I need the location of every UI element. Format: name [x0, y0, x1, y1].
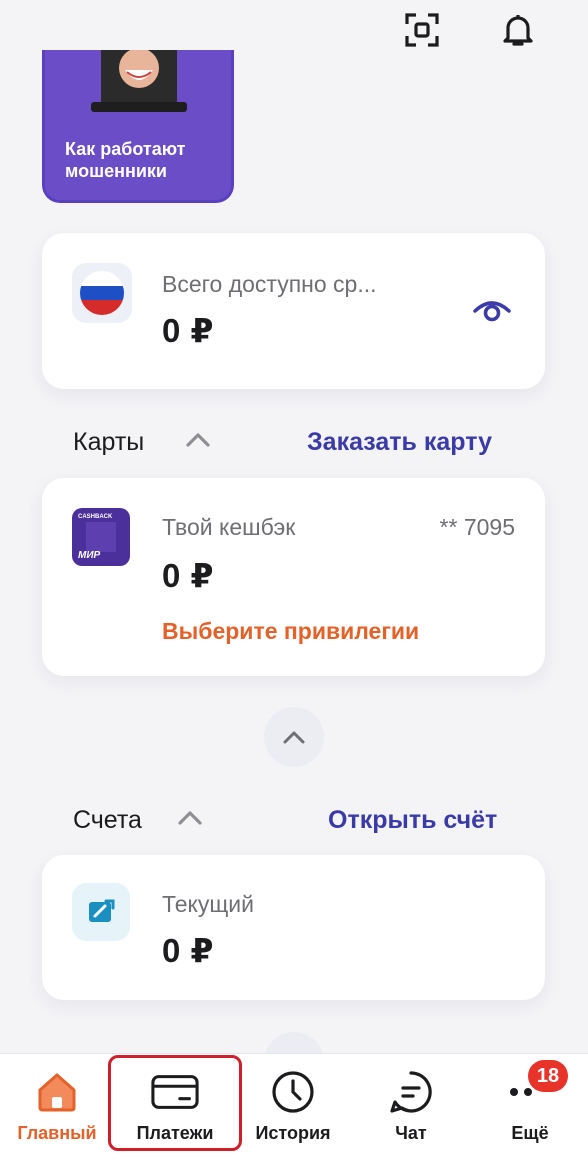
story-illustration	[91, 50, 187, 112]
bottom-navigation: Главный Платежи История Чат Ещё	[0, 1053, 588, 1154]
cards-section-title: Карты	[73, 428, 145, 456]
story-title: Как работают мошенники	[65, 139, 186, 181]
accounts-section-title: Счета	[73, 806, 142, 834]
card-amount: 0 ₽	[162, 557, 214, 594]
nav-more-label: Ещё	[511, 1123, 549, 1143]
total-amount: 0 ₽	[162, 312, 214, 349]
account-name: Текущий	[162, 891, 254, 917]
order-card-link[interactable]: Заказать карту	[307, 428, 492, 457]
card-name: Твой кешбэк	[162, 514, 296, 540]
clock-icon	[269, 1068, 317, 1116]
nav-home[interactable]: Главный	[8, 1054, 106, 1154]
nav-history-label: История	[255, 1123, 331, 1143]
total-label: Всего доступно ср...	[162, 271, 377, 297]
account-amount: 0 ₽	[162, 932, 214, 969]
card-number: ** 7095	[439, 514, 515, 540]
chat-icon	[387, 1068, 435, 1116]
current-account-card[interactable]: Текущий 0 ₽	[42, 855, 545, 1000]
payments-highlight-box	[108, 1055, 242, 1151]
open-account-link[interactable]: Открыть счёт	[328, 806, 497, 835]
collapse-button[interactable]	[264, 707, 324, 767]
story-card-fraud[interactable]: Как работают мошенники	[42, 50, 234, 203]
nav-history[interactable]: История	[244, 1054, 342, 1154]
nav-chat[interactable]: Чат	[362, 1054, 460, 1154]
chevron-up-icon[interactable]	[176, 808, 204, 828]
chevron-up-icon[interactable]	[184, 430, 212, 450]
notification-badge: 18	[528, 1060, 568, 1092]
card-thumbnail: CASHBACK МИР	[72, 508, 130, 566]
total-balance-card[interactable]: Всего доступно ср... 0 ₽	[42, 233, 545, 389]
nav-chat-label: Чат	[395, 1123, 427, 1143]
choose-privileges-link[interactable]: Выберите привилегии	[162, 618, 419, 645]
russian-flag-icon	[72, 263, 132, 323]
account-icon	[72, 883, 130, 941]
cashback-card[interactable]: CASHBACK МИР Твой кешбэк ** 7095 0 ₽ Выб…	[42, 478, 545, 676]
eye-icon[interactable]	[472, 295, 512, 325]
nav-home-label: Главный	[17, 1123, 97, 1143]
chevron-up-icon	[283, 731, 305, 744]
home-icon	[33, 1068, 81, 1116]
qr-scan-icon[interactable]	[402, 10, 442, 50]
notification-bell-icon[interactable]	[498, 10, 538, 50]
